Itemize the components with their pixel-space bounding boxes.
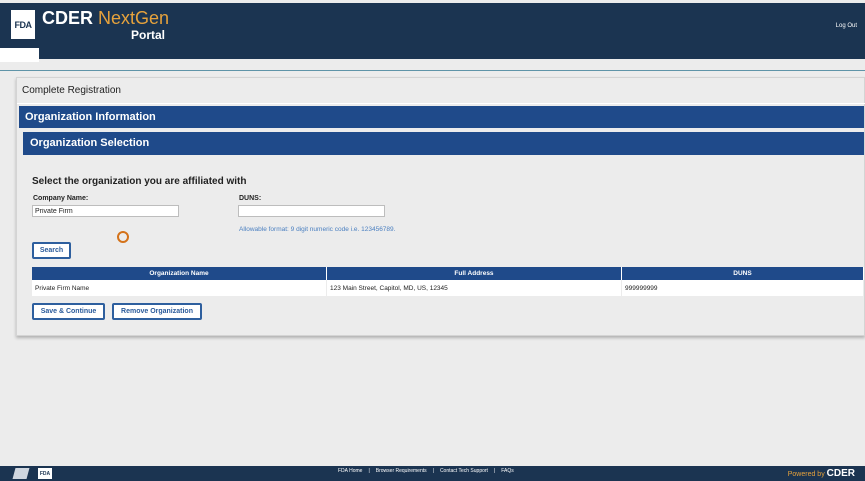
table-row[interactable]: Private Firm Name 123 Main Street, Capit… (32, 280, 864, 296)
save-continue-button[interactable]: Save & Continue (32, 303, 105, 320)
brand-title: CDER NextGen (42, 8, 169, 28)
app-footer: FDA FDA Home | Browser Requirements | Contac… (0, 466, 865, 481)
search-button[interactable]: Search (32, 242, 71, 259)
duns-format-hint: Allowable format: 9 digit numeric code i… (239, 226, 396, 233)
section-organization-selection: Organization Selection (23, 132, 864, 155)
footer-links: FDA Home | Browser Requirements | Contact Te… (335, 468, 517, 474)
selection-heading: Select the organization you are affiliat… (32, 176, 247, 187)
footer-link-contact-tech-support[interactable]: Contact Tech Support (440, 468, 488, 474)
duns-input[interactable] (238, 205, 385, 217)
header-tab (0, 48, 39, 62)
cell-full-address: 123 Main Street, Capitol, MD, US, 12345 (327, 280, 622, 296)
footer-separator: | (432, 468, 434, 474)
organization-table: Organization Name Full Address DUNS Priv… (32, 267, 864, 296)
footer-link-browser-requirements[interactable]: Browser Requirements (376, 468, 427, 474)
footer-separator: | (493, 468, 496, 474)
brand-subtitle: Portal (131, 28, 166, 42)
page-title: Complete Registration (22, 85, 121, 96)
powered-by-brand: CDER (826, 468, 855, 479)
registration-panel: Complete Registration Organization Infor… (16, 77, 865, 336)
remove-organization-button[interactable]: Remove Organization (112, 303, 202, 320)
pen-icon (12, 468, 30, 479)
fda-logo: FDA (11, 10, 35, 39)
footer-link-fda-home[interactable]: FDA Home (338, 468, 362, 474)
divider (0, 70, 865, 71)
company-name-label: Company Name: (33, 195, 89, 202)
company-name-input[interactable] (32, 205, 179, 217)
powered-by-text: Powered by (787, 471, 825, 478)
brand-main: CDER (42, 8, 94, 28)
fda-footer-logo: FDA (38, 468, 52, 479)
cell-organization-name: Private Firm Name (32, 280, 327, 296)
cell-duns: 999999999 (622, 280, 864, 296)
table-header: Organization Name Full Address DUNS (32, 267, 864, 280)
cursor-indicator-icon (117, 231, 129, 243)
app-header: FDA CDER NextGen Portal Log Out (0, 3, 865, 62)
powered-by: Powered by CDER (788, 468, 855, 479)
column-header-organization-name[interactable]: Organization Name (32, 267, 327, 280)
duns-label: DUNS: (239, 195, 262, 202)
footer-link-faqs[interactable]: FAQs (501, 468, 514, 474)
brand-accent: NextGen (98, 8, 170, 28)
column-header-full-address[interactable]: Full Address (327, 267, 622, 280)
title-divider (17, 103, 865, 104)
section-organization-information: Organization Information (19, 106, 864, 128)
footer-separator: | (368, 468, 370, 474)
column-header-duns[interactable]: DUNS (622, 267, 864, 280)
logout-link[interactable]: Log Out (836, 23, 857, 29)
